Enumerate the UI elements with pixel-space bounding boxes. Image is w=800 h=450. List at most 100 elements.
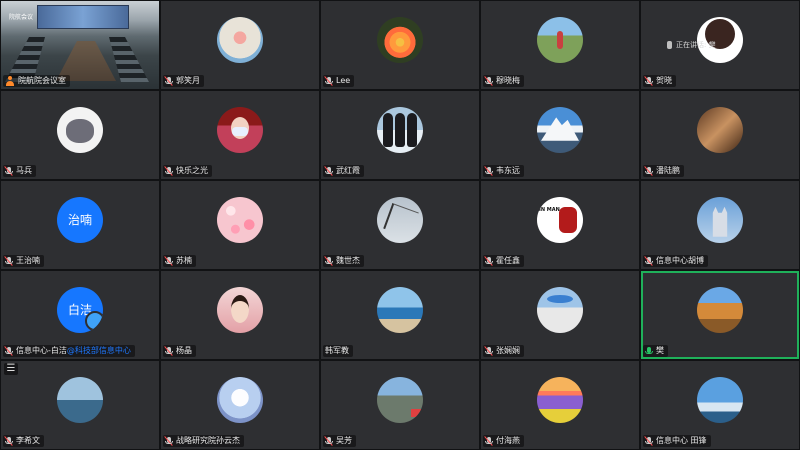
participant-name-text: 霍任鑫 [496, 256, 520, 265]
participant-name-text: 穆晓梅 [496, 76, 520, 85]
participant-tile[interactable]: Lee [321, 1, 479, 89]
participant-tile[interactable]: IN MAN 霍任鑫 [481, 181, 639, 269]
mute-slash [4, 346, 13, 356]
name-bar: 李希文 [3, 435, 44, 447]
mic-muted-icon [324, 166, 333, 176]
avatar [217, 286, 263, 333]
participant-tile[interactable]: 郭笑月 [161, 1, 319, 89]
avatar [377, 196, 423, 243]
participant-name: 信息中心胡博 [656, 255, 704, 267]
name-bar: 郭笑月 [163, 75, 204, 87]
mute-slash [484, 436, 493, 446]
participant-name-text: 张娴娴 [496, 346, 520, 355]
avatar-detail [383, 202, 419, 238]
participant-tile[interactable]: 潘陆鹏 [641, 91, 799, 179]
participant-tile[interactable]: 吴芳 [321, 361, 479, 449]
badge-icon [85, 310, 103, 331]
participant-name-text: 马兵 [16, 166, 32, 175]
mute-slash [164, 256, 173, 266]
participant-tile[interactable]: 张娴娴 [481, 271, 639, 359]
participant-tile[interactable]: 韩军教 [321, 271, 479, 359]
name-bar: 张娴娴 [483, 345, 524, 357]
mic-muted-icon [644, 76, 653, 86]
participant-name-text: 信息中心 田锋 [656, 436, 707, 445]
participant-name-text: 院航院会议室 [18, 76, 66, 85]
participant-name-text: 杨晶 [176, 346, 192, 355]
participant-tile[interactable]: 魏世杰 [321, 181, 479, 269]
avatar: IN MAN [537, 196, 583, 243]
speaking-indicator: 正在讲话: 樊 [667, 40, 716, 50]
participant-tile[interactable]: 战略研究院孙云杰 [161, 361, 319, 449]
mic-muted-icon [484, 346, 493, 356]
mute-slash [644, 76, 653, 86]
name-bar: 潘陆鹏 [643, 165, 684, 177]
name-bar: 信息中心-白洁@科技部信息中心 [3, 345, 135, 357]
avatar-detail [541, 117, 579, 141]
avatar: 白洁 [57, 286, 103, 333]
participant-tile[interactable]: 治喃王治喃 [1, 181, 159, 269]
mic-muted-icon [164, 76, 173, 86]
mute-slash [164, 76, 173, 86]
participant-tile[interactable]: 付海燕 [481, 361, 639, 449]
avatar-detail [66, 118, 94, 143]
participant-tile[interactable]: 苏楠 [161, 181, 319, 269]
video-grid: 院航会议 院航院会议室 郭笑月 Lee 穆晓梅 正在讲话: 樊贺晓 马兵 快乐之光 武红霞 韦东远… [0, 0, 800, 450]
avatar [377, 16, 423, 63]
participant-name: 郭笑月 [176, 75, 200, 87]
name-bar: 魏世杰 [323, 255, 364, 267]
list-icon[interactable]: ☰ [4, 363, 18, 375]
mute-slash [324, 76, 333, 86]
video-caption: 院航会议 [9, 14, 34, 21]
avatar [217, 376, 263, 423]
name-bar: 付海燕 [483, 435, 524, 447]
mic-muted-icon [4, 256, 13, 266]
mute-slash [4, 166, 13, 176]
avatar [697, 196, 743, 243]
participant-name-text: 李希文 [16, 436, 40, 445]
participant-tile[interactable]: 信息中心胡博 [641, 181, 799, 269]
participant-tile[interactable]: 信息中心 田锋 [641, 361, 799, 449]
participant-tile[interactable]: 杨晶 [161, 271, 319, 359]
participant-tile[interactable]: ☰ 李希文 [1, 361, 159, 449]
avatar: 治喃 [57, 196, 103, 243]
avatar-detail [411, 408, 421, 417]
participant-tile[interactable]: 白洁信息中心-白洁@科技部信息中心 [1, 271, 159, 359]
avatar-detail [547, 294, 573, 303]
participant-name-text: 信息中心胡博 [656, 256, 704, 265]
participant-name: 贺晓 [656, 75, 672, 87]
participant-name-text: 付海燕 [496, 436, 520, 445]
name-bar: 杨晶 [163, 345, 196, 357]
mute-slash [484, 256, 493, 266]
mute-slash [644, 436, 653, 446]
participant-tile[interactable]: 武红霞 [321, 91, 479, 179]
participant-name: 付海燕 [496, 435, 520, 447]
avatar-text: IN MAN [539, 206, 560, 213]
participant-tile[interactable]: 正在讲话: 樊贺晓 [641, 1, 799, 89]
participant-name-text: 武红霞 [336, 166, 360, 175]
participant-tile[interactable]: 樊 [641, 271, 799, 359]
participant-tile[interactable]: 院航会议院航院会议室 [1, 1, 159, 89]
mic-muted-icon [324, 256, 333, 266]
mic-muted-icon [324, 76, 333, 86]
participant-name-text: 苏楠 [176, 256, 192, 265]
avatar-detail [232, 126, 248, 136]
mute-slash [484, 76, 493, 86]
avatar-detail [712, 206, 728, 237]
mute-slash [4, 436, 13, 446]
participant-name-text: 王治喃 [16, 256, 40, 265]
participant-tile[interactable]: 韦东远 [481, 91, 639, 179]
participant-tile[interactable]: 快乐之光 [161, 91, 319, 179]
participant-name: 张娴娴 [496, 345, 520, 357]
participant-name-text: 信息中心-白洁 [16, 346, 67, 355]
participant-tile[interactable]: 马兵 [1, 91, 159, 179]
avatar-detail [407, 112, 417, 147]
avatar [217, 196, 263, 243]
mute-slash [324, 436, 333, 446]
participant-name-text: 吴芳 [336, 436, 352, 445]
name-bar: 王治喃 [3, 255, 44, 267]
microphone-icon [667, 41, 672, 49]
participant-tile[interactable]: 穆晓梅 [481, 1, 639, 89]
name-bar: 苏楠 [163, 255, 196, 267]
participant-name-text: 韩军教 [325, 346, 349, 355]
participant-name-text: 樊 [656, 346, 664, 355]
